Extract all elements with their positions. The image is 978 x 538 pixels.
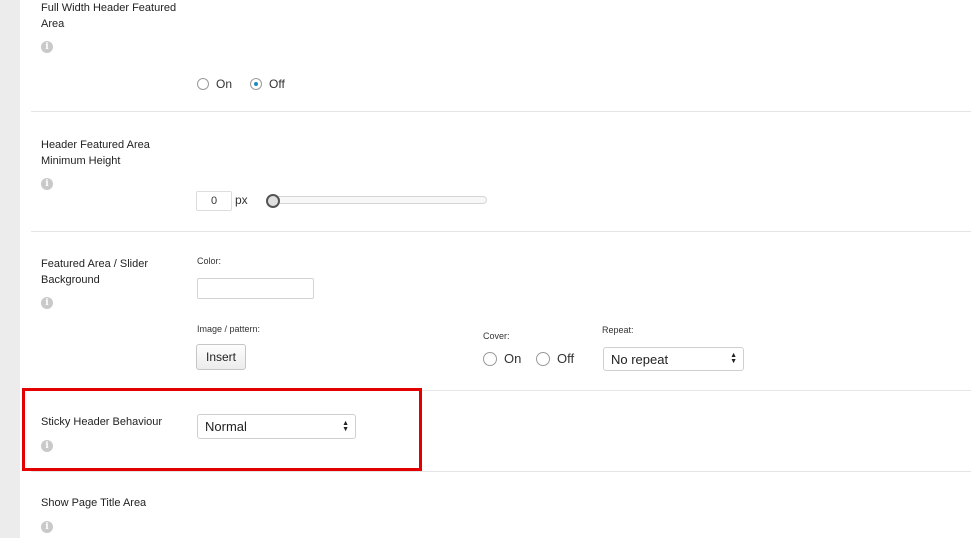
- radio-label: Off: [269, 77, 285, 91]
- image-pattern-label: Image / pattern:: [197, 324, 261, 334]
- unit-label: px: [235, 193, 248, 207]
- min-height-label: Header Featured Area Minimum Height: [41, 139, 150, 167]
- left-sidebar-strip: [0, 0, 20, 538]
- radio-button[interactable]: [250, 78, 262, 90]
- full-width-off-option[interactable]: Off: [250, 77, 285, 91]
- info-icon[interactable]: i: [41, 178, 53, 190]
- color-input[interactable]: [197, 278, 314, 299]
- full-width-header-label: Full Width Header Featured Area: [41, 2, 177, 30]
- radio-label: On: [216, 77, 233, 91]
- radio-label: On: [504, 351, 522, 366]
- min-height-slider-track[interactable]: [270, 196, 487, 204]
- radio-button[interactable]: [197, 78, 209, 90]
- info-icon[interactable]: i: [41, 521, 53, 533]
- info-icon[interactable]: i: [41, 297, 53, 309]
- highlight-box: [22, 388, 422, 471]
- row-divider: [31, 471, 971, 472]
- row-divider: [31, 111, 971, 112]
- radio-label: Off: [557, 351, 575, 366]
- min-height-input[interactable]: 0: [196, 191, 232, 211]
- insert-button[interactable]: Insert: [196, 344, 246, 370]
- page-title-label: Show Page Title Area: [41, 497, 147, 509]
- cover-on-option[interactable]: On: [483, 351, 521, 366]
- color-label: Color:: [197, 256, 222, 266]
- repeat-select-value: No repeat: [611, 351, 669, 367]
- repeat-label: Repeat:: [602, 325, 634, 335]
- full-width-on-option[interactable]: On: [197, 77, 232, 91]
- cover-label: Cover:: [483, 331, 510, 341]
- background-label: Featured Area / Slider Background: [41, 258, 149, 286]
- radio-button[interactable]: [483, 351, 497, 366]
- radio-button[interactable]: [536, 351, 550, 366]
- select-arrows-icon: ▲ ▼: [730, 352, 737, 365]
- repeat-select[interactable]: No repeat ▲ ▼: [603, 347, 744, 371]
- info-icon[interactable]: i: [41, 41, 53, 53]
- cover-off-option[interactable]: Off: [536, 351, 574, 366]
- slider-handle[interactable]: [266, 194, 280, 208]
- row-divider: [31, 231, 971, 232]
